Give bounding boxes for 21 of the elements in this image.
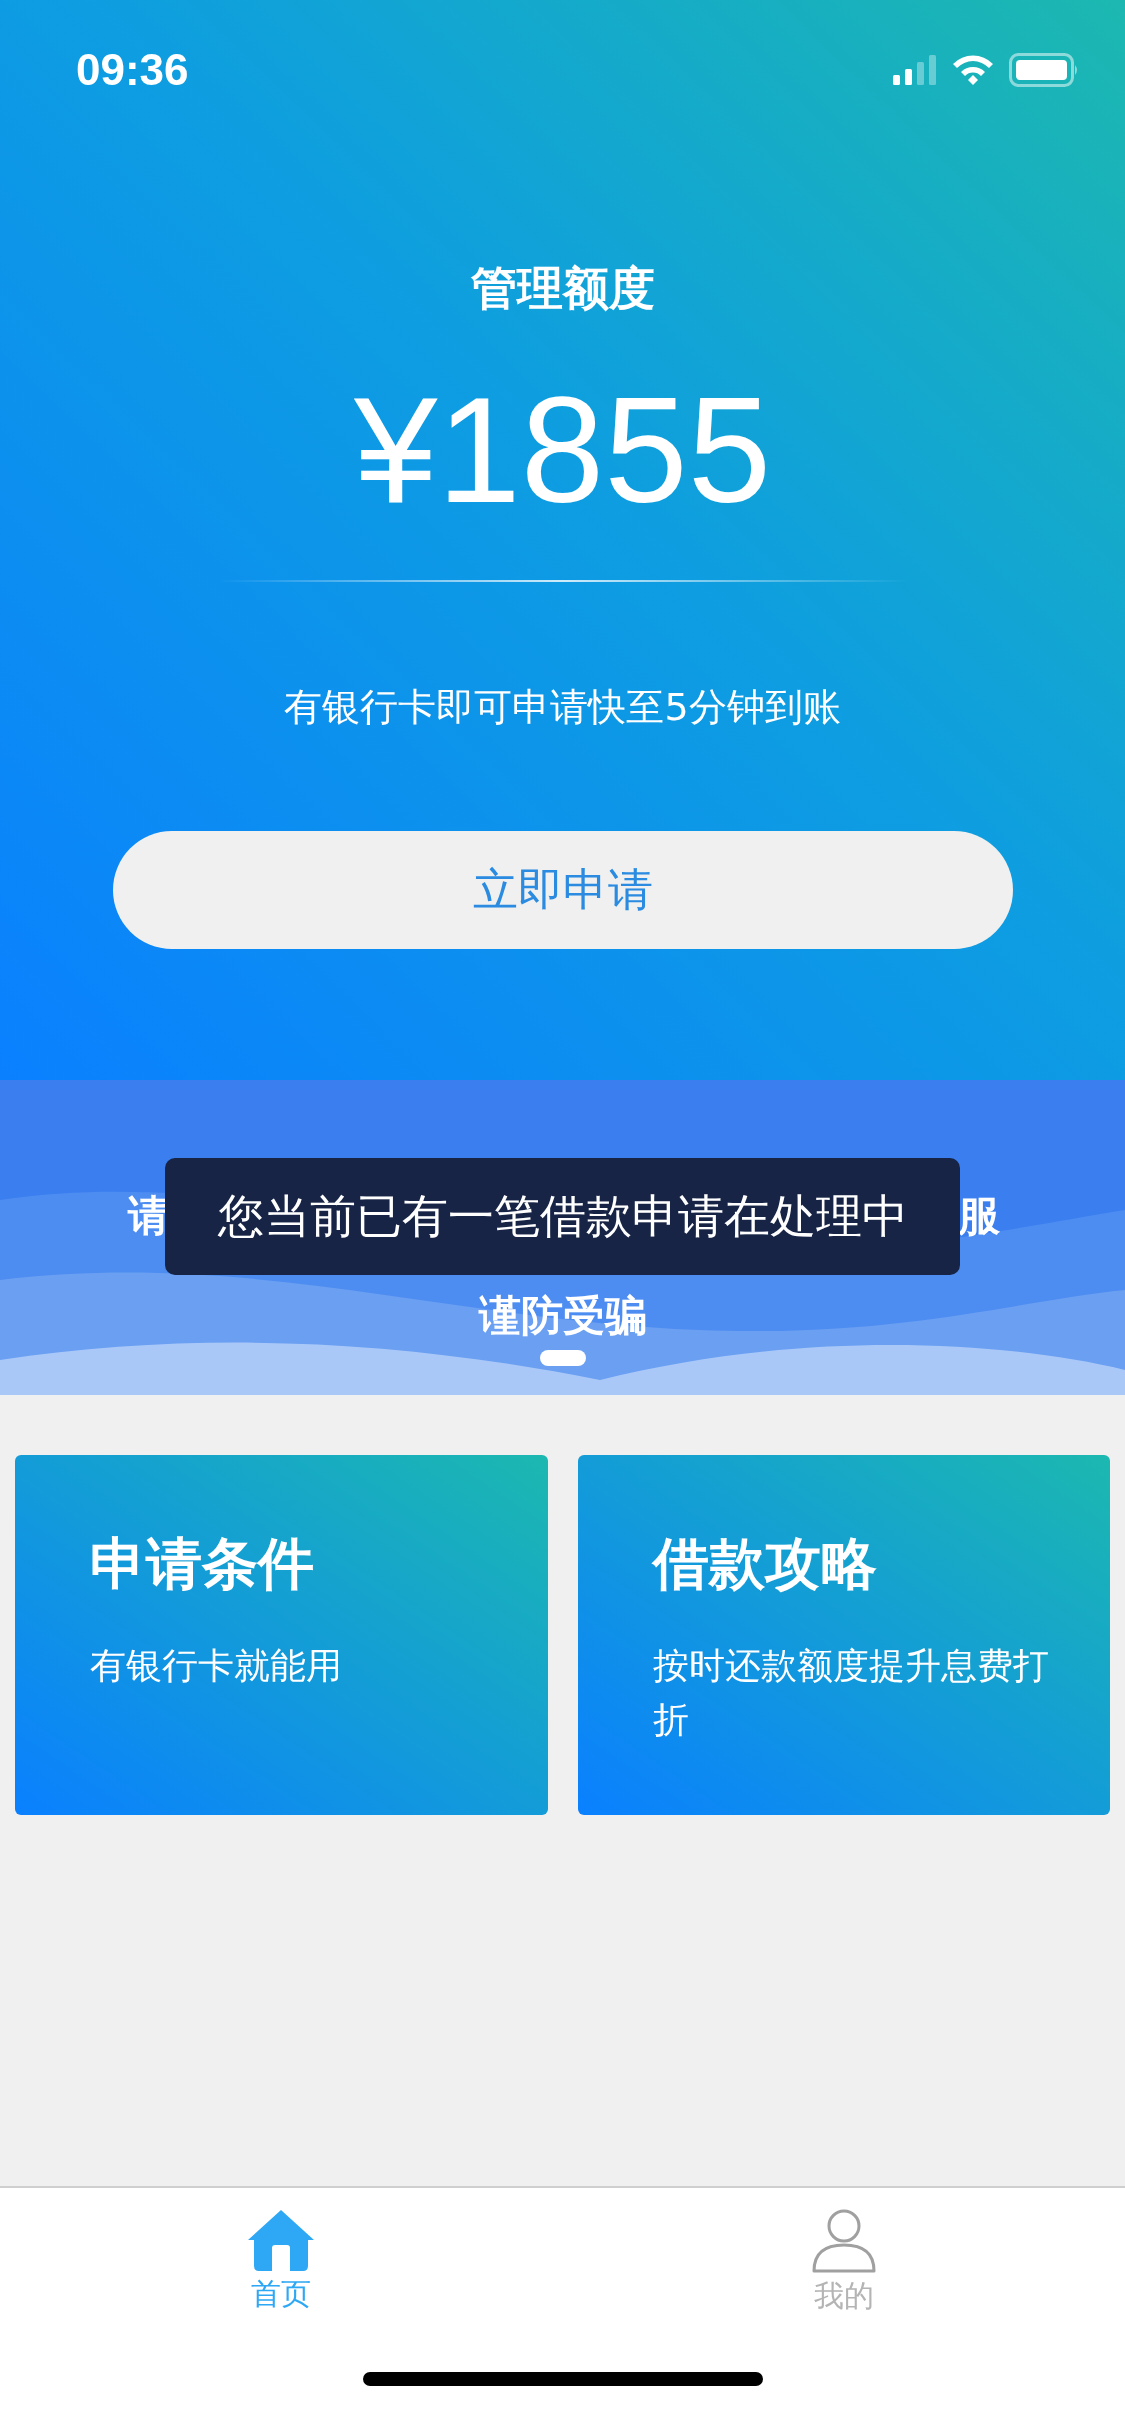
- status-time: 09:36: [76, 45, 189, 95]
- person-icon: [810, 2208, 877, 2274]
- wifi-icon: [951, 54, 995, 86]
- card-title: 借款攻略: [652, 1530, 878, 1598]
- apply-button[interactable]: 立即申请: [112, 831, 1013, 949]
- card-title: 申请条件: [90, 1530, 315, 1598]
- banner-text: 服: [958, 1190, 1000, 1242]
- info-card[interactable]: 申请条件 有银行卡就能用: [15, 1455, 548, 1815]
- credit-title: 管理额度: [470, 260, 655, 317]
- credit-subtitle: 有银行卡即可申请快至5分钟到账: [284, 684, 841, 731]
- toast-message: 您当前已有一笔借款申请在处理中: [165, 1158, 960, 1275]
- info-card[interactable]: 借款攻略 按时还款额度提升息费打折: [577, 1455, 1110, 1815]
- card-description: 有银行卡就能用: [90, 1644, 343, 1688]
- signal-icon: [893, 55, 937, 85]
- tab-item[interactable]: 首页: [0, 2188, 563, 2338]
- tab-item[interactable]: 我的: [562, 2188, 1125, 2338]
- card-description: 按时还款额度提升息费打折: [652, 1644, 1050, 1742]
- battery-icon: [1009, 53, 1079, 87]
- banner-text: 谨防受骗: [478, 1290, 647, 1342]
- credit-amount: ¥1855: [353, 370, 772, 530]
- carousel-indicator: [540, 1350, 586, 1366]
